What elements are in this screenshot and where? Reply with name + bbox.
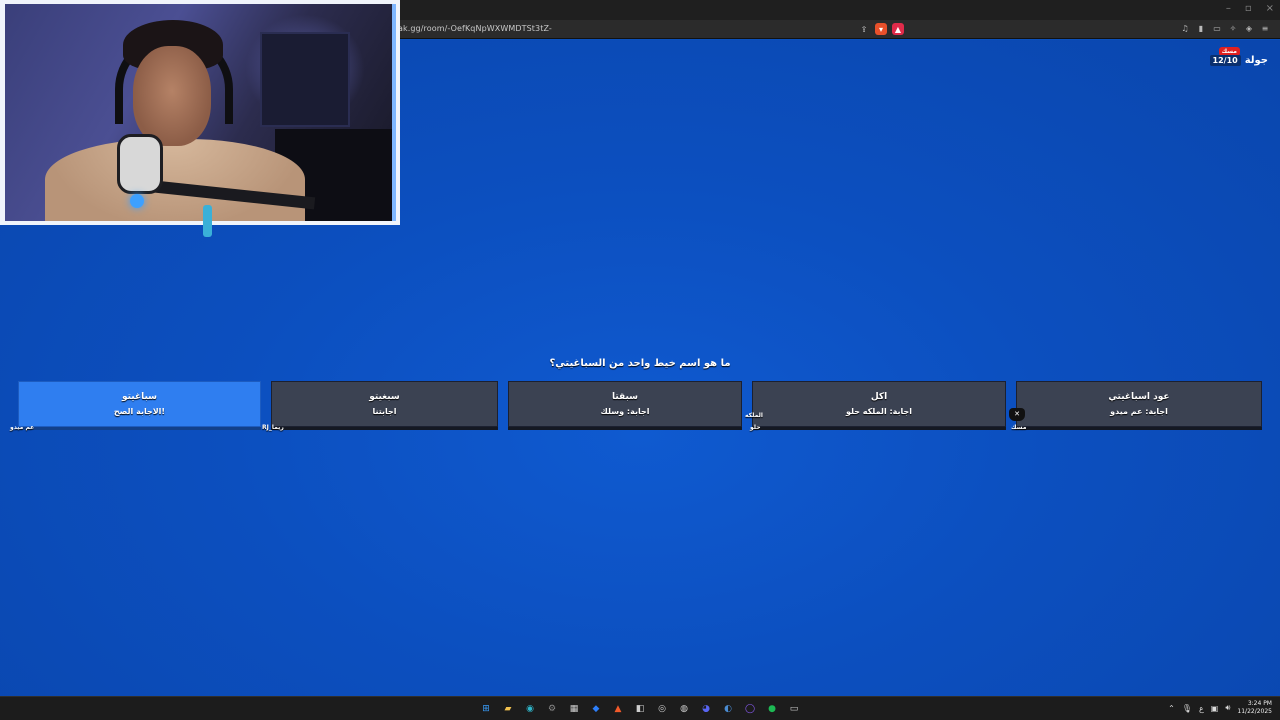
url-field[interactable]: ak.gg/room/-OefKqNpWXWMDTSt3tZ- (398, 24, 552, 33)
obs-icon[interactable]: ◎ (654, 701, 670, 717)
answer-card[interactable]: عود اسباغيتي اجابة: عم ميدو (1016, 381, 1262, 427)
network-icon[interactable]: ▣ (1211, 704, 1219, 713)
system-tray: ⌃ 🎙︎ ع ▣ 🔊︎ 3:24 PM 11/22/2025 (1168, 700, 1272, 716)
tabs-icon[interactable]: ▭ (1212, 23, 1222, 33)
round-label: جولة (1244, 55, 1268, 66)
file-explorer-icon[interactable]: ▰ (500, 701, 516, 717)
round-count: 12/10 (1209, 55, 1241, 66)
windows-start-icon[interactable]: ⊞ (478, 701, 494, 717)
webcam-feed (5, 4, 396, 221)
extensions-icon[interactable]: ✧ (1228, 23, 1238, 33)
webcam-overlay (0, 0, 400, 237)
app-icon[interactable]: ◧ (632, 701, 648, 717)
spotify-icon[interactable]: ● (764, 701, 780, 717)
vpn-icon[interactable]: ◈ (1244, 23, 1254, 33)
maximize-icon[interactable]: ▫ (1245, 3, 1252, 14)
answer-author: اجابة: عم ميدو (1110, 407, 1168, 416)
answer-card[interactable]: سبقتا اجابة: وسلك (508, 381, 742, 427)
answer-card[interactable]: سباغيتو الاجابة الصح! (18, 381, 261, 427)
window-controls: – ▫ × (1226, 3, 1274, 14)
taskbar: ⊞ ▰ ◉ ⚙ ▦ ◆ ▲ ◧ ◎ ◍ ◕ ◐ ◯ ● ▭ ⌃ 🎙︎ ع ▣ 🔊︎ 3:24 PM 11/2… (0, 696, 1280, 720)
browser-toolbar-icons: ♫ ▮ ▭ ✧ ◈ ≡ (1180, 23, 1270, 33)
calendar-icon[interactable]: ▦ (566, 701, 582, 717)
answer-text: سبغيتو (369, 392, 400, 402)
discord-icon[interactable]: ◕ (698, 701, 714, 717)
settings-icon[interactable]: ⚙ (544, 701, 560, 717)
answer-author: اجابة: الملكه حلو (845, 407, 913, 416)
player-tag: RJ_ريما (262, 424, 284, 431)
clock[interactable]: 3:24 PM 11/22/2025 (1237, 700, 1272, 716)
clock-date: 11/22/2025 (1237, 708, 1272, 715)
player-tag: حلو (750, 424, 761, 431)
player-tag: مسك (1011, 424, 1027, 431)
player-tag: الملكه (745, 412, 763, 419)
steam-icon[interactable]: ◐ (720, 701, 736, 717)
language-indicator[interactable]: ع (1199, 704, 1204, 713)
answer-card[interactable]: سبغيتو اجابتنا (271, 381, 498, 427)
brave-rewards-icon[interactable]: ▲ (892, 23, 904, 35)
answer-author: اجابة: وسلك (600, 407, 650, 416)
answer-author: اجابتنا (372, 407, 397, 416)
microphone-icon[interactable]: 🎙︎ (1182, 704, 1192, 713)
round-indicator: 12/10 جولة (1209, 55, 1268, 66)
brave-shield-icon[interactable]: ▾ (875, 23, 887, 35)
defender-icon[interactable]: ◆ (588, 701, 604, 717)
volume-icon[interactable]: 🔊︎ (1225, 703, 1230, 713)
answer-card[interactable]: اكل اجابة: الملكه حلو (752, 381, 1006, 427)
player-tag: عم ميدو (10, 424, 35, 431)
chevron-up-icon[interactable]: ⌃ (1168, 704, 1175, 713)
share-icon[interactable]: ⇪ (858, 23, 870, 35)
chrome-icon[interactable]: ◍ (676, 701, 692, 717)
answer-text: عود اسباغيتي (1108, 392, 1170, 402)
app-extra-icon[interactable]: ▭ (786, 701, 802, 717)
address-actions: ⇪ ▾ ▲ (858, 23, 904, 35)
browser-icon[interactable]: ◯ (742, 701, 758, 717)
menu-icon[interactable]: ≡ (1260, 23, 1270, 33)
edge-browser-icon[interactable]: ◉ (522, 701, 538, 717)
clock-time: 3:24 PM (1247, 700, 1272, 707)
minimize-icon[interactable]: – (1226, 3, 1231, 14)
answer-text: سبقتا (611, 392, 639, 402)
sidebar-icon[interactable]: ▮ (1196, 23, 1206, 33)
close-icon[interactable]: × (1266, 3, 1274, 14)
player-avatar-icon: ✕ (1009, 408, 1025, 421)
answer-text: اكل (870, 392, 888, 402)
answer-text: سباغيتو (121, 392, 158, 402)
brave-browser-icon[interactable]: ▲ (610, 701, 626, 717)
answer-result: الاجابة الصح! (113, 407, 166, 416)
taskbar-apps: ⊞ ▰ ◉ ⚙ ▦ ◆ ▲ ◧ ◎ ◍ ◕ ◐ ◯ ● ▭ (478, 701, 802, 717)
question-text: ما هو اسم خيط واحد من السباغيتي؟ (549, 358, 731, 369)
media-icon[interactable]: ♫ (1180, 23, 1190, 33)
